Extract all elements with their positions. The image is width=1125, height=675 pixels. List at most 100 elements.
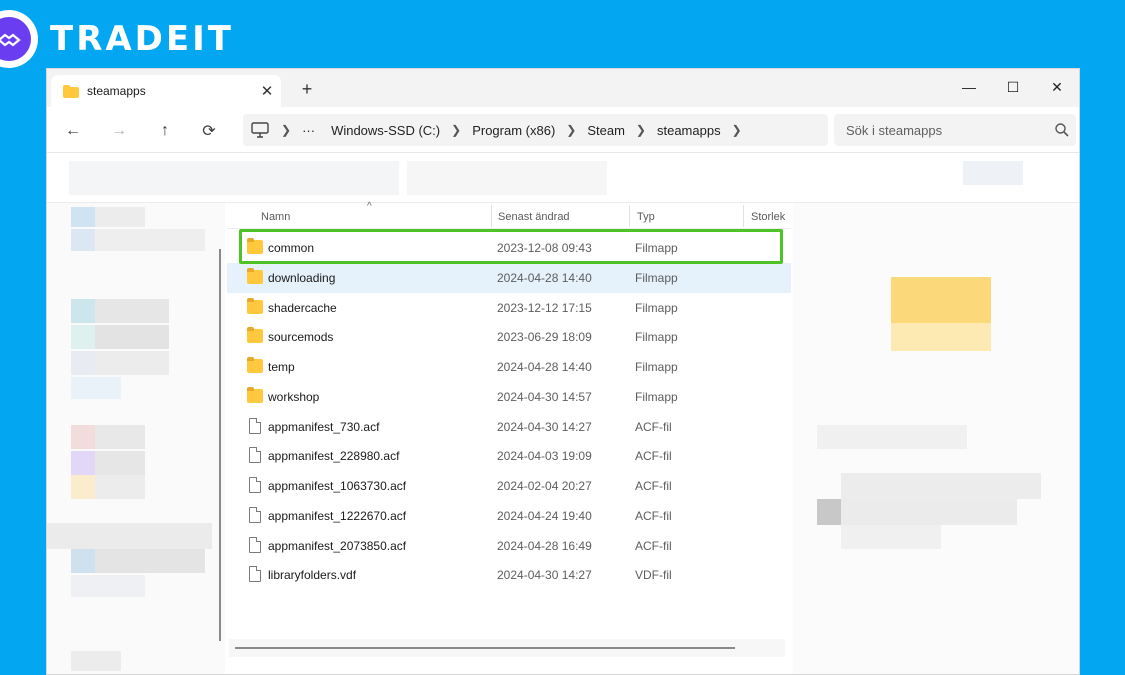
blurred-item [71, 325, 95, 349]
search-icon [1055, 123, 1069, 137]
file-type: Filmapp [635, 270, 678, 285]
folder-icon [63, 84, 79, 98]
minimize-button[interactable]: — [947, 73, 991, 101]
breadcrumb-program-x86[interactable]: Program (x86) [472, 123, 555, 138]
breadcrumb-steamapps[interactable]: steamapps [657, 123, 721, 138]
column-header-date[interactable]: Senast ändrad [498, 211, 570, 223]
new-tab-button[interactable]: + [295, 79, 319, 100]
file-type: Filmapp [635, 330, 678, 345]
folder-icon [247, 357, 263, 373]
list-item[interactable]: appmanifest_1063730.acf 2024-02-04 20:27 A… [227, 471, 791, 501]
list-item[interactable]: common 2023-12-08 09:43 Filmapp [227, 233, 791, 263]
file-type: ACF-fil [635, 508, 672, 523]
tab-label: steamapps [87, 84, 146, 98]
file-name: common [268, 241, 315, 255]
list-item[interactable]: appmanifest_2073850.acf 2024-04-28 16:49 A… [227, 531, 791, 561]
file-icon [249, 447, 261, 464]
file-type: ACF-fil [635, 449, 672, 464]
blurred-item [71, 549, 95, 573]
blurred-item [71, 475, 95, 499]
folder-icon [247, 327, 263, 344]
search-input[interactable]: Sök i steamapps [834, 114, 1076, 146]
forward-button[interactable]: → [107, 119, 131, 143]
blurred-item [95, 549, 205, 573]
blurred-item [95, 207, 145, 227]
file-icon [249, 477, 261, 493]
back-button[interactable]: ← [61, 119, 85, 143]
chevron-right-icon: ❯ [635, 123, 646, 137]
breadcrumb-drive[interactable]: Windows-SSD (C:) [331, 123, 440, 138]
file-name: downloading [268, 270, 336, 285]
chevron-right-icon: ❯ [451, 123, 462, 137]
list-item[interactable]: appmanifest_730.acf 2024-04-30 14:27 ACF-f… [227, 412, 791, 442]
list-item[interactable]: libraryfolders.vdf 2024-04-30 14:27 VDF-fi… [227, 560, 791, 590]
file-name: temp [268, 360, 295, 374]
column-header-name[interactable]: Namn [261, 211, 290, 223]
tradeit-brand: TRADEIT [0, 10, 234, 68]
file-icon [249, 536, 261, 553]
file-date: 2024-04-30 14:27 [497, 419, 592, 434]
column-divider [629, 205, 630, 227]
close-tab-icon[interactable]: ✕ [253, 82, 281, 100]
horizontal-scrollbar[interactable] [235, 647, 735, 649]
monitor-icon [251, 122, 269, 138]
list-item[interactable]: appmanifest_1222670.acf 2024-04-24 19:40 A… [227, 501, 791, 531]
blurred-item [71, 651, 121, 671]
chevron-right-icon: ❯ [281, 123, 292, 137]
column-header-size[interactable]: Storlek [751, 211, 785, 223]
refresh-button[interactable]: ⟳ [197, 119, 221, 143]
breadcrumb-more[interactable]: ··· [302, 123, 315, 138]
file-name: sourcemods [268, 330, 334, 345]
blurred-details [841, 473, 1041, 499]
file-name: appmanifest_2073850.acf [268, 538, 407, 553]
list-item[interactable]: temp 2024-04-28 14:40 Filmapp [227, 352, 791, 382]
file-date: 2024-04-03 19:09 [497, 449, 592, 464]
list-item[interactable]: appmanifest_228980.acf 2024-04-03 19:09 AC… [227, 441, 791, 471]
blurred-details [817, 425, 967, 449]
tradeit-logo-icon [0, 10, 38, 68]
file-date: 2024-04-30 14:57 [497, 389, 592, 404]
chevron-right-icon: ❯ [566, 123, 577, 137]
blurred-item [95, 299, 169, 323]
navigation-bar: ← → ↑ ⟳ ❯ ··· Windows-SSD (C:) ❯ Program… [47, 107, 1079, 153]
file-date: 2024-04-28 14:40 [497, 360, 592, 374]
tab-steamapps[interactable]: steamapps ✕ [51, 75, 281, 107]
blurred-commands [407, 161, 607, 195]
breadcrumb-steam[interactable]: Steam [587, 123, 625, 138]
maximize-button[interactable]: ☐ [991, 73, 1035, 101]
file-name: appmanifest_228980.acf [268, 449, 400, 464]
file-date: 2024-04-30 14:27 [497, 568, 592, 583]
file-name: appmanifest_1222670.acf [268, 508, 407, 523]
file-name: shadercache [268, 300, 337, 315]
close-window-button[interactable]: ✕ [1035, 73, 1079, 101]
file-date: 2024-02-04 20:27 [497, 479, 592, 493]
title-bar: steamapps ✕ + — ☐ ✕ [47, 69, 1079, 107]
file-explorer-window: steamapps ✕ + — ☐ ✕ ← → ↑ ⟳ ❯ ··· Window… [46, 68, 1080, 675]
blurred-item [95, 325, 169, 349]
list-item[interactable]: shadercache 2023-12-12 17:15 Filmapp [227, 293, 791, 323]
blurred-item [71, 299, 95, 323]
blurred-item [71, 425, 95, 449]
sidebar-scrollbar[interactable] [219, 249, 221, 641]
column-divider [491, 205, 492, 227]
blurred-details [841, 525, 941, 549]
blurred-item [71, 451, 95, 475]
blurred-item [71, 377, 121, 399]
column-header-type[interactable]: Typ [637, 211, 655, 223]
list-item[interactable]: workshop 2024-04-30 14:57 Filmapp [227, 382, 791, 412]
file-date: 2023-06-29 18:09 [497, 330, 592, 345]
file-type: Filmapp [635, 389, 678, 404]
file-name: workshop [268, 389, 320, 404]
list-item[interactable]: downloading 2024-04-28 14:40 Filmapp [227, 262, 791, 293]
blurred-item [95, 475, 145, 499]
address-bar[interactable]: ❯ ··· Windows-SSD (C:) ❯ Program (x86) ❯… [243, 114, 828, 146]
up-button[interactable]: ↑ [153, 119, 177, 143]
blurred-commands [963, 161, 1023, 185]
folder-icon [247, 297, 263, 314]
column-divider [743, 205, 744, 227]
search-placeholder: Sök i steamapps [846, 122, 943, 138]
file-list: ^ Namn Senast ändrad Typ Storlek common 2… [227, 201, 791, 674]
column-header-row: ^ Namn Senast ändrad Typ Storlek [227, 201, 791, 229]
blurred-item [95, 425, 145, 449]
list-item[interactable]: sourcemods 2023-06-29 18:09 Filmapp [227, 322, 791, 352]
